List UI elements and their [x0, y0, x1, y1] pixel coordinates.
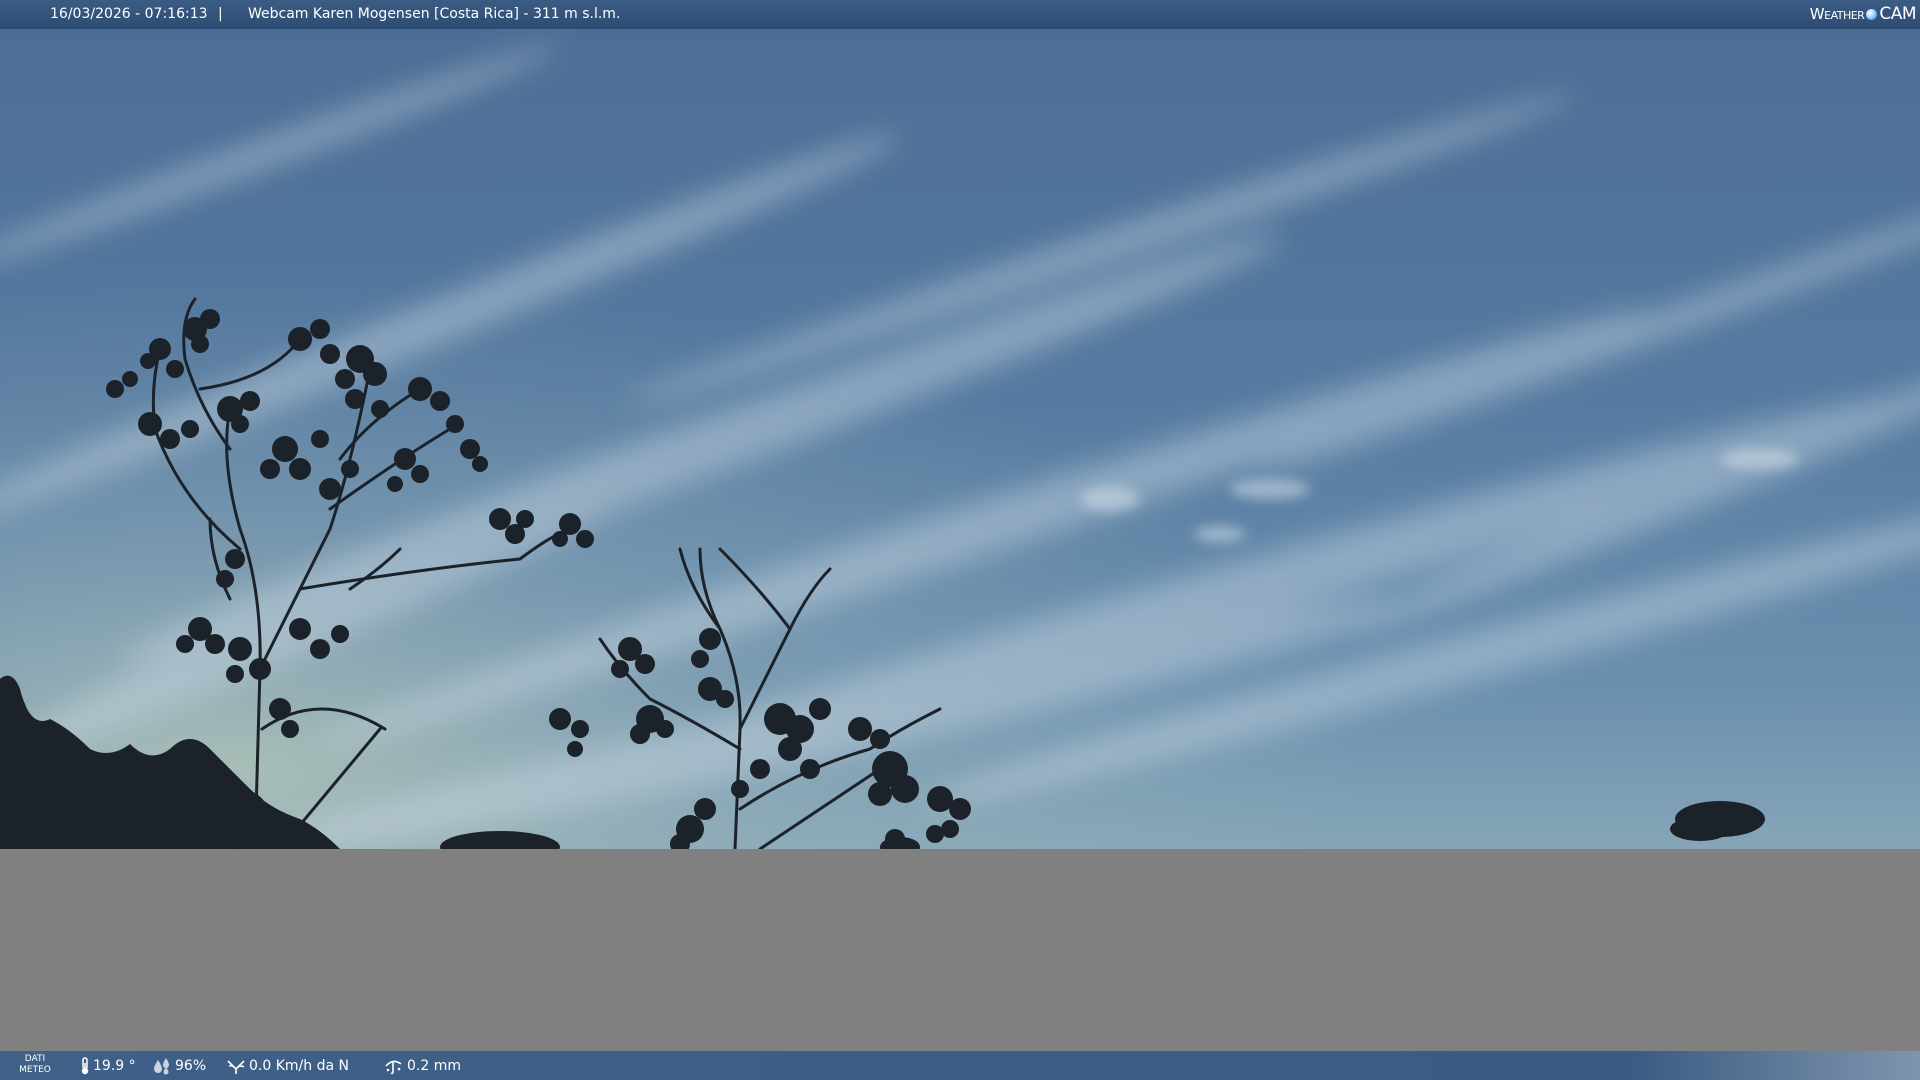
humidity-value: 96% [175, 1057, 207, 1074]
wind-icon [227, 1059, 245, 1074]
thermometer-icon [81, 1056, 89, 1074]
humidity-reading: 96% [152, 1051, 206, 1080]
weather-data-label[interactable]: DATI METEO [14, 1054, 56, 1076]
webcam-sky-image [0, 29, 1920, 849]
capture-datetime: 16/03/2026 - 07:16:13 [50, 6, 208, 22]
wind-value: 0.0 Km/h da N [249, 1057, 349, 1074]
webcam-viewer: 16/03/2026 - 07:16:13 | Webcam Karen Mog… [0, 0, 1920, 1080]
camera-title: Webcam Karen Mogensen [Costa Rica] - 311… [248, 6, 621, 22]
weather-data-bar: DATI METEO 19.9 ° 96% 0.0 Km/h da N 0.2 … [0, 1051, 1920, 1080]
wind-reading: 0.0 Km/h da N [226, 1051, 349, 1080]
logo-text-cam: CAM [1879, 4, 1916, 24]
rain-gauge-icon [385, 1060, 402, 1074]
weathercam-logo[interactable]: Weather CAM [1809, 0, 1917, 29]
weathercam-globe-icon [1866, 9, 1878, 20]
webcam-header-bar: 16/03/2026 - 07:16:13 | Webcam Karen Mog… [0, 0, 1920, 29]
logo-text-weather: Weather [1809, 5, 1865, 23]
weather-data-label-line1: DATI [24, 1054, 46, 1064]
humidity-drops-icon [154, 1057, 169, 1074]
weather-data-label-line2: METEO [19, 1065, 51, 1075]
rain-value: 0.2 mm [407, 1057, 461, 1074]
rain-reading: 0.2 mm [384, 1051, 461, 1080]
image-gray-fill [0, 849, 1920, 1051]
temperature-reading: 19.9 ° [80, 1051, 136, 1080]
temperature-value: 19.9 ° [93, 1057, 136, 1074]
header-separator: | [218, 6, 223, 22]
